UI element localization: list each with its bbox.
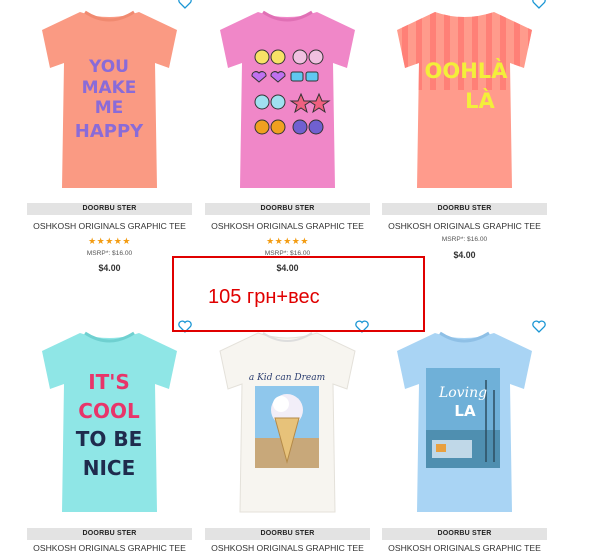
product-card[interactable]: DOORBU STER OSHKOSH ORIGINALS GRAPHIC TE… — [205, 0, 370, 280]
shirt-print-text: ME — [95, 98, 124, 118]
product-card[interactable]: IT'S COOL TO BE NICE DOORBU STER OSHKOSH… — [27, 330, 192, 553]
shirt-print-text: Loving — [438, 385, 487, 401]
shirt-print-text: HAPPY — [75, 121, 144, 142]
wishlist-heart-icon[interactable] — [178, 0, 192, 9]
product-card[interactable]: a Kid can Dream DOORBU STER OSHKOSH ORIG… — [205, 330, 370, 553]
shirt-print-text: MAKE — [82, 78, 137, 98]
product-image[interactable]: Loving LA — [382, 330, 547, 522]
product-title[interactable]: OSHKOSH ORIGINALS GRAPHIC TEE — [27, 221, 192, 231]
msrp-price: MSRP*: $16.00 — [441, 236, 488, 243]
product-image[interactable]: IT'S COOL TO BE NICE — [27, 330, 192, 522]
product-title[interactable]: OSHKOSH ORIGINALS GRAPHIC TEE — [382, 221, 547, 231]
doorbuster-badge: DOORBU STER — [382, 203, 547, 215]
shirt-print-text: LÀ — [465, 88, 495, 113]
doorbuster-badge: DOORBU STER — [382, 528, 547, 540]
product-title[interactable]: OSHKOSH ORIGINALS GRAPHIC TEE — [382, 543, 547, 553]
doorbuster-badge: DOORBU STER — [27, 528, 192, 540]
product-card[interactable]: OOHLÀ LÀ DOORBU STER OSHKOSH ORIGINALS G… — [382, 0, 547, 280]
product-title[interactable]: OSHKOSH ORIGINALS GRAPHIC TEE — [205, 221, 370, 231]
shirt-print-text: TO BE — [76, 427, 143, 451]
msrp-price: MSRP*: $16.00 — [86, 250, 133, 257]
sale-price: $4.00 — [98, 263, 121, 273]
doorbuster-badge: DOORBU STER — [205, 528, 370, 540]
product-image[interactable]: OOHLÀ LÀ — [382, 0, 547, 192]
annotation-text: 105 грн+вес — [208, 286, 320, 308]
doorbuster-badge: DOORBU STER — [205, 203, 370, 215]
shirt-print-text: COOL — [78, 399, 140, 423]
doorbuster-badge: DOORBU STER — [27, 203, 192, 215]
product-card[interactable]: Loving LA DOORBU STER OSHKOSH ORIGINALS … — [382, 330, 547, 553]
product-image[interactable] — [205, 0, 370, 192]
shirt-print-text: IT'S — [88, 370, 130, 394]
shirt-print-text: OOHLÀ — [425, 58, 509, 83]
wishlist-heart-icon[interactable] — [532, 0, 546, 9]
rating-stars: ★★★★★ — [266, 236, 309, 246]
product-image[interactable]: a Kid can Dream — [205, 330, 370, 522]
product-card[interactable]: YOU MAKE ME HAPPY DOORBU STER OSHKOSH OR… — [27, 0, 192, 280]
product-image[interactable]: YOU MAKE ME HAPPY — [27, 0, 192, 192]
product-title[interactable]: OSHKOSH ORIGINALS GRAPHIC TEE — [205, 543, 370, 553]
product-title[interactable]: OSHKOSH ORIGINALS GRAPHIC TEE — [27, 543, 192, 553]
rating-stars: ★★★★★ — [88, 236, 131, 246]
shirt-print-text: LA — [454, 402, 476, 420]
shirt-print-text: NICE — [83, 456, 136, 480]
shirt-print-text: YOU — [88, 57, 129, 77]
shirt-print-text: a Kid can Dream — [249, 373, 325, 383]
wishlist-heart-icon[interactable] — [532, 320, 546, 333]
